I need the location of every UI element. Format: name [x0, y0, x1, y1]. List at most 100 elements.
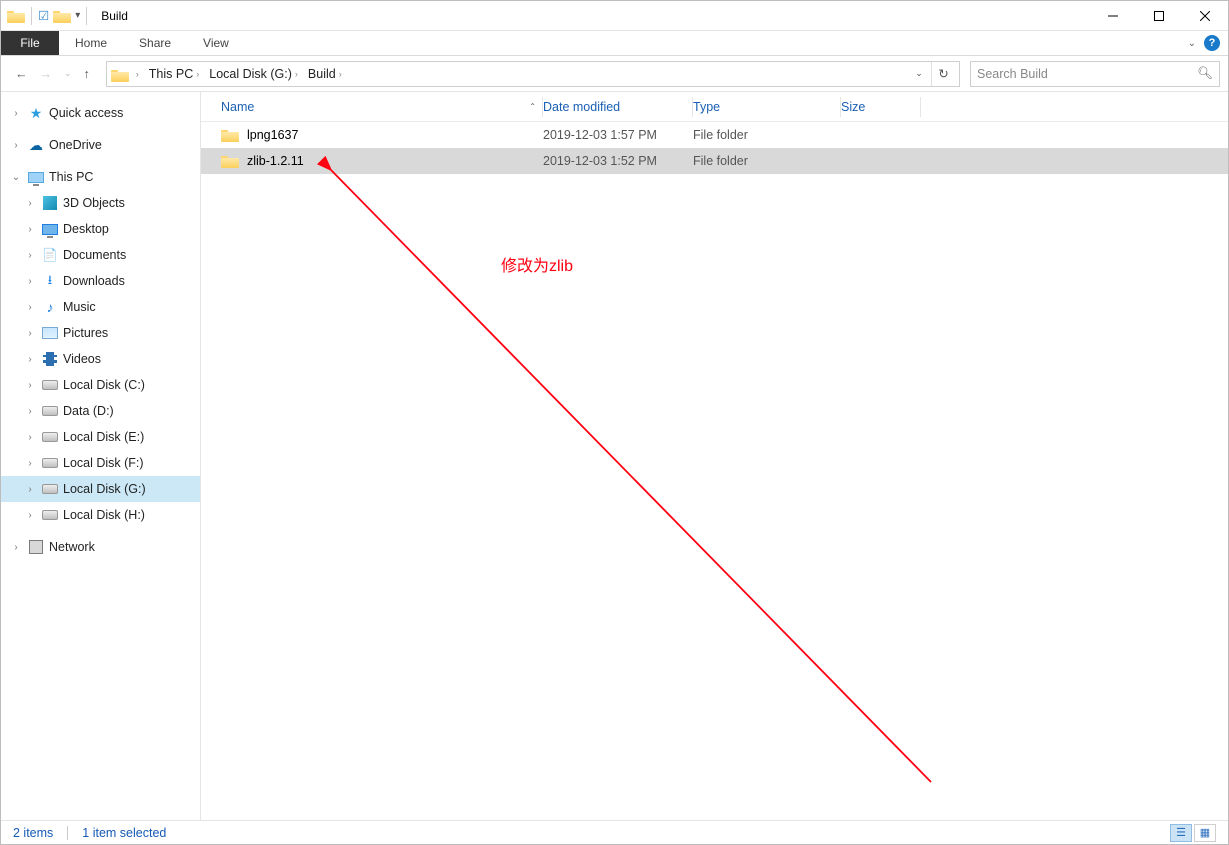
annotation-text: 修改为zlib — [501, 252, 573, 276]
file-row[interactable]: zlib-1.2.11 2019-12-03 1:52 PM File fold… — [201, 148, 1228, 174]
tree-drive-g[interactable]: ›Local Disk (G:) — [1, 476, 200, 502]
drive-icon — [41, 458, 59, 468]
column-name[interactable]: Name ⌃ — [221, 97, 543, 117]
tree-label: Pictures — [63, 326, 108, 340]
forward-button[interactable]: → — [40, 67, 53, 81]
pictures-icon — [41, 327, 59, 339]
status-divider — [67, 826, 68, 840]
tab-file[interactable]: File — [1, 31, 59, 55]
breadcrumb-label: Local Disk (G:) — [209, 67, 292, 81]
qat-newfolder-icon[interactable] — [53, 9, 71, 23]
tree-videos[interactable]: ›Videos — [1, 346, 200, 372]
address-end-buttons: ⌄ ↻ — [907, 62, 955, 86]
quick-access-toolbar: ☑ ▾ — [1, 7, 95, 25]
qat-properties-icon[interactable]: ☑ — [38, 8, 49, 23]
back-button[interactable]: ← — [15, 67, 28, 81]
window-title: Build — [101, 9, 128, 23]
sort-indicator-icon: ⌃ — [529, 102, 536, 111]
expand-icon[interactable]: › — [9, 108, 23, 119]
expand-icon[interactable]: › — [23, 328, 37, 339]
column-size[interactable]: Size — [841, 97, 921, 117]
tree-label: Quick access — [49, 106, 123, 120]
navigation-bar: ← → ⌄ ↑ › This PC› Local Disk (G:)› Buil… — [1, 56, 1228, 92]
file-date: 2019-12-03 1:52 PM — [543, 154, 693, 168]
window-controls — [1090, 1, 1228, 31]
tree-pictures[interactable]: › Pictures — [1, 320, 200, 346]
ribbon-right: ⌄ ? — [1188, 31, 1228, 55]
title-bar: ☑ ▾ Build — [1, 1, 1228, 31]
breadcrumb-label: This PC — [149, 67, 193, 81]
body: › ★ Quick access › ☁ OneDrive ⌄ This PC … — [1, 92, 1228, 820]
tree-drive-f[interactable]: › Local Disk (F:) — [1, 450, 200, 476]
qat-customize-icon[interactable]: ▾ — [75, 10, 80, 21]
large-icons-view-button[interactable]: ▦ — [1194, 824, 1216, 842]
address-bar[interactable]: › This PC› Local Disk (G:)› Build› ⌄ ↻ — [106, 61, 960, 87]
expand-icon[interactable]: › — [9, 542, 23, 553]
expand-icon[interactable]: › — [23, 406, 37, 417]
tree-quick-access[interactable]: › ★ Quick access — [1, 100, 200, 126]
expand-icon[interactable]: › — [23, 224, 37, 235]
tab-share[interactable]: Share — [123, 31, 187, 55]
tab-home[interactable]: Home — [59, 31, 123, 55]
tree-3dobjects[interactable]: ›3D Objects — [1, 190, 200, 216]
breadcrumb-drive[interactable]: Local Disk (G:)› — [205, 62, 302, 86]
tree-thispc[interactable]: ⌄ This PC — [1, 164, 200, 190]
ribbon-tabs: File Home Share View ⌄ ? — [1, 31, 1228, 56]
expand-icon[interactable]: › — [23, 458, 37, 469]
tree-drive-h[interactable]: › Local Disk (H:) — [1, 502, 200, 528]
drive-icon — [41, 432, 59, 442]
ribbon-expand-icon[interactable]: ⌄ — [1188, 38, 1196, 49]
tab-view[interactable]: View — [187, 31, 245, 55]
expand-icon[interactable]: › — [23, 302, 37, 313]
tree-network[interactable]: ›Network — [1, 534, 200, 560]
tree-label: Desktop — [63, 222, 109, 236]
app-folder-icon — [7, 9, 25, 23]
expand-icon[interactable]: › — [23, 510, 37, 521]
details-view-button[interactable]: ☰ — [1170, 824, 1192, 842]
star-icon: ★ — [27, 105, 45, 122]
tree-label: Local Disk (F:) — [63, 456, 144, 470]
file-row[interactable]: lpng1637 2019-12-03 1:57 PM File folder — [201, 122, 1228, 148]
recent-locations-icon[interactable]: ⌄ — [64, 68, 72, 79]
breadcrumb-folder[interactable]: Build› — [304, 62, 346, 86]
help-icon[interactable]: ? — [1204, 35, 1220, 51]
maximize-button[interactable] — [1136, 1, 1182, 31]
column-label: Date modified — [543, 100, 620, 114]
expand-icon[interactable]: › — [23, 198, 37, 209]
tree-desktop[interactable]: › Desktop — [1, 216, 200, 242]
expand-icon[interactable]: › — [23, 354, 37, 365]
expand-icon[interactable]: › — [23, 276, 37, 287]
search-icon[interactable]: 🔍︎ — [1197, 66, 1213, 81]
explorer-window: ☑ ▾ Build File Home Share View ⌄ ? ← → ⌄… — [0, 0, 1229, 845]
breadcrumb-root-arrow[interactable]: › — [129, 62, 143, 86]
expand-icon[interactable]: › — [9, 140, 23, 151]
minimize-button[interactable] — [1090, 1, 1136, 31]
close-button[interactable] — [1182, 1, 1228, 31]
column-headers: Name ⌃ Date modified Type Size — [201, 92, 1228, 122]
column-type[interactable]: Type — [693, 97, 841, 117]
address-dropdown-icon[interactable]: ⌄ — [907, 62, 931, 86]
tree-drive-c[interactable]: ›Local Disk (C:) — [1, 372, 200, 398]
expand-icon[interactable]: › — [23, 432, 37, 443]
up-button[interactable]: ↑ — [84, 67, 90, 81]
tree-drive-d[interactable]: ›Data (D:) — [1, 398, 200, 424]
column-label: Name — [221, 100, 254, 114]
tree-label: Local Disk (H:) — [63, 508, 145, 522]
collapse-icon[interactable]: ⌄ — [9, 172, 23, 183]
column-date[interactable]: Date modified — [543, 97, 693, 117]
search-box[interactable]: 🔍︎ — [970, 61, 1220, 87]
status-bar: 2 items 1 item selected ☰ ▦ — [1, 820, 1228, 844]
expand-icon[interactable]: › — [23, 484, 37, 495]
tree-music[interactable]: ›♪Music — [1, 294, 200, 320]
tree-downloads[interactable]: ›⭳Downloads — [1, 268, 200, 294]
tree-onedrive[interactable]: › ☁ OneDrive — [1, 132, 200, 158]
search-input[interactable] — [977, 67, 1197, 81]
refresh-icon[interactable]: ↻ — [931, 62, 955, 86]
expand-icon[interactable]: › — [23, 250, 37, 261]
tree-documents[interactable]: ›📄Documents — [1, 242, 200, 268]
content-pane: Name ⌃ Date modified Type Size lpng1637 2… — [201, 92, 1228, 820]
breadcrumb-thispc[interactable]: This PC› — [145, 62, 203, 86]
tree-label: Music — [63, 300, 96, 314]
tree-drive-e[interactable]: ›Local Disk (E:) — [1, 424, 200, 450]
expand-icon[interactable]: › — [23, 380, 37, 391]
